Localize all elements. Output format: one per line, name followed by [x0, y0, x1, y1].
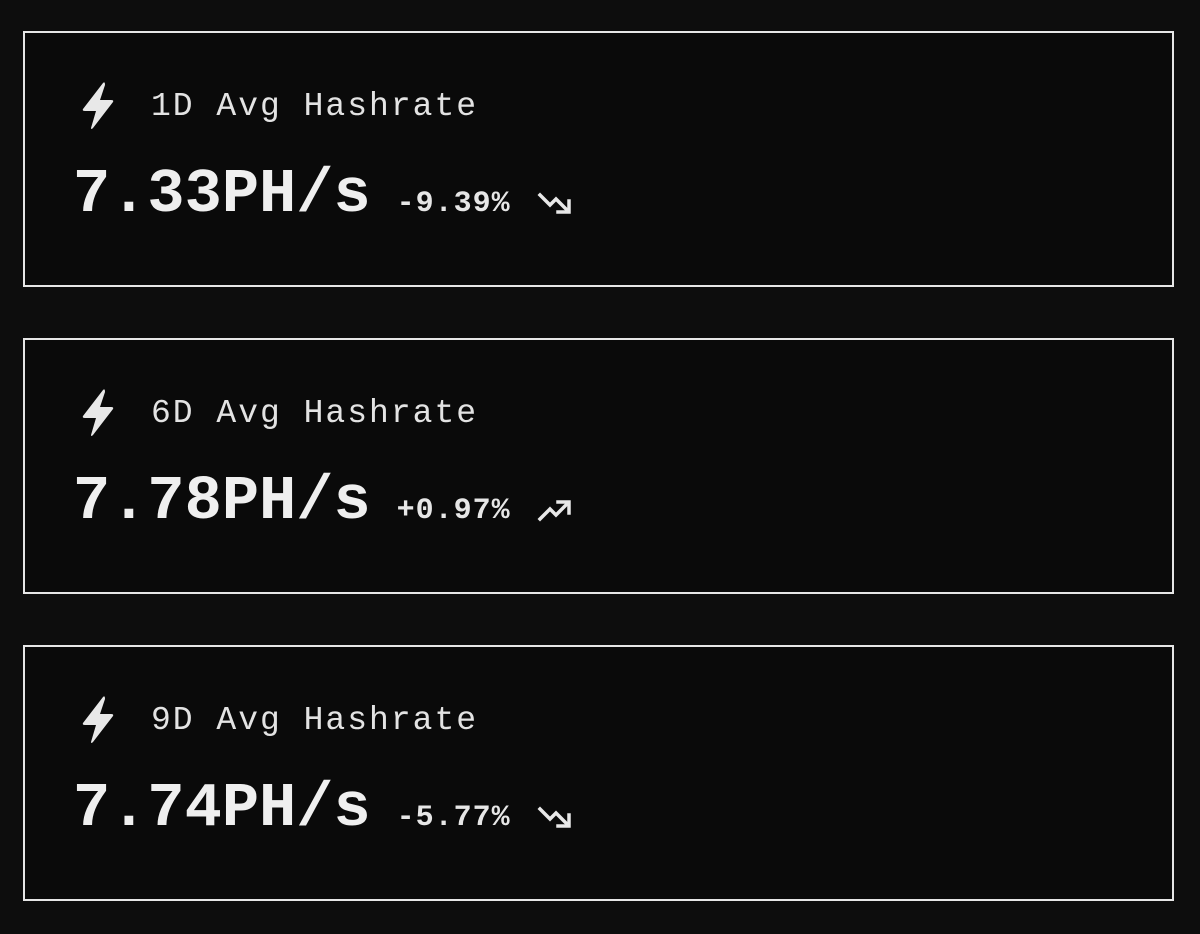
percent-change: -9.39%: [396, 187, 511, 221]
card-value-row: 7.74PH/s -5.77%: [73, 773, 575, 844]
percent-change: -5.77%: [396, 801, 511, 835]
hashrate-value: 7.33PH/s: [73, 159, 371, 230]
trend-up-icon: [537, 499, 571, 521]
percent-change: +0.97%: [396, 494, 511, 528]
lightning-bolt-icon: [82, 82, 114, 129]
card-label: 9D Avg Hashrate: [151, 701, 479, 739]
card-header: 1D Avg Hashrate: [77, 81, 478, 131]
card-value-row: 7.33PH/s -9.39%: [73, 159, 575, 230]
card-label: 1D Avg Hashrate: [151, 87, 479, 125]
hashrate-card-9d: 9D Avg Hashrate 7.74PH/s -5.77%: [23, 645, 1174, 901]
card-header: 9D Avg Hashrate: [77, 695, 478, 745]
hashrate-value: 7.78PH/s: [73, 466, 371, 537]
hashrate-value: 7.74PH/s: [73, 773, 371, 844]
hashrate-card-6d: 6D Avg Hashrate 7.78PH/s +0.97%: [23, 338, 1174, 594]
lightning-bolt-icon: [82, 389, 114, 436]
lightning-bolt-icon: [82, 696, 114, 743]
trend-down-icon: [537, 806, 571, 828]
card-label: 6D Avg Hashrate: [151, 394, 479, 432]
card-value-row: 7.78PH/s +0.97%: [73, 466, 575, 537]
hashrate-card-1d: 1D Avg Hashrate 7.33PH/s -9.39%: [23, 31, 1174, 287]
card-header: 6D Avg Hashrate: [77, 388, 478, 438]
trend-down-icon: [537, 192, 571, 214]
